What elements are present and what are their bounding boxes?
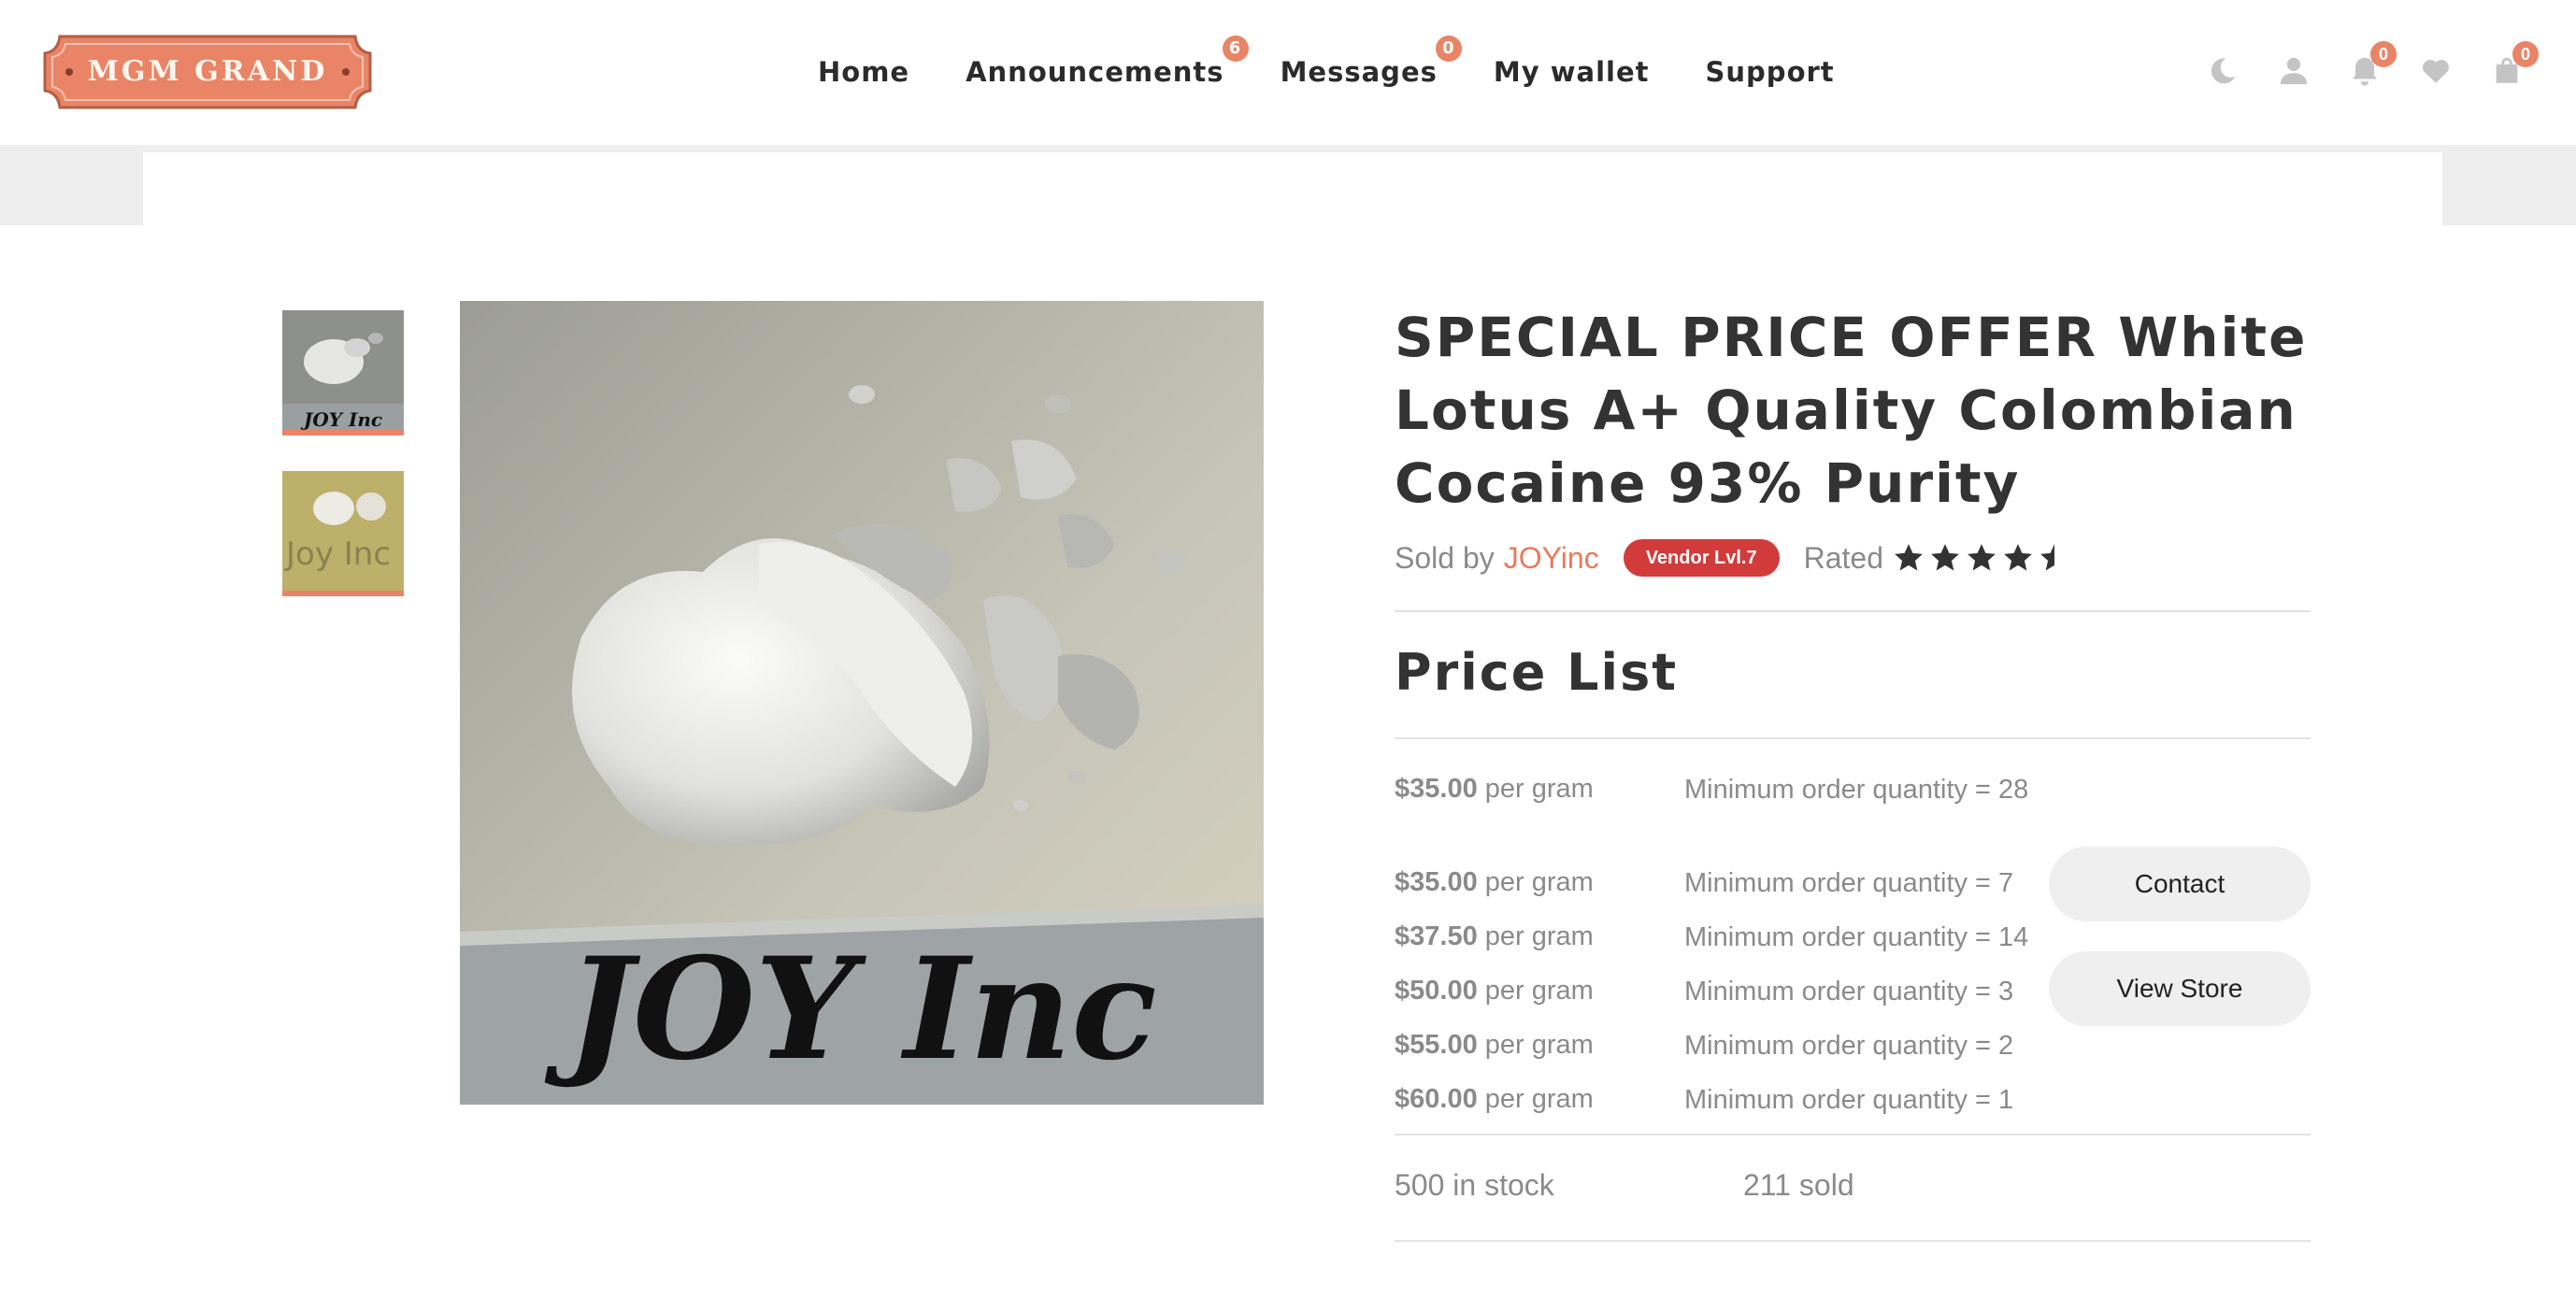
nav-announcements[interactable]: Announcements 6 (966, 36, 1249, 88)
minimum-order-quantity: Minimum order quantity = 1 (1684, 1085, 2014, 1115)
product-thumbnail-2[interactable]: Joy Inc (282, 471, 404, 596)
stock-count: 500 in stock (1395, 1168, 1554, 1202)
price-unit: per gram (1484, 976, 1594, 1006)
header-icon-bar: 0 0 (2206, 41, 2561, 93)
contact-button[interactable]: Contact (2049, 847, 2311, 921)
thumbnail-1-caption: JOY Inc (300, 408, 382, 431)
notifications-button[interactable]: 0 (2348, 41, 2397, 88)
heart-icon (2423, 60, 2449, 83)
breadcrumb-band-inner (143, 152, 2442, 225)
wishlist-button[interactable] (2419, 54, 2453, 88)
site-logo[interactable]: MGM GRAND (39, 31, 376, 113)
price-unit: per gram (1484, 867, 1594, 897)
divider (1395, 1240, 2311, 1242)
price-row: $35.00 per gram (1395, 774, 1594, 805)
main-nav: Home Announcements 6 Messages 0 My wallet … (818, 36, 1891, 97)
nav-my-wallet[interactable]: My wallet (1494, 56, 1650, 88)
cart-count-badge: 0 (2512, 41, 2539, 67)
product-main-image[interactable]: JOY Inc (460, 301, 1264, 1105)
product-title: SPECIAL PRICE OFFER White Lotus A+ Quali… (1395, 306, 2308, 515)
price-row: $37.50 per gram (1395, 921, 1594, 952)
star-icon (2040, 544, 2055, 571)
nav-support-label: Support (1705, 56, 1835, 88)
breadcrumb-band (0, 145, 2576, 225)
logo-text: MGM GRAND (87, 55, 328, 88)
sold-count: 211 sold (1743, 1168, 1854, 1202)
minimum-order-quantity: Minimum order quantity = 28 (1684, 775, 2029, 805)
product-photo: JOY Inc (460, 301, 1264, 1105)
price-row: $35.00 per gram (1395, 867, 1594, 898)
divider (1395, 737, 2311, 739)
price-list-heading: Price List (1395, 643, 1679, 702)
rating-stars (1893, 542, 2075, 574)
thumbnail-2-image: Joy Inc (282, 471, 404, 591)
user-icon (2280, 57, 2308, 85)
cart-button[interactable]: 0 (2490, 41, 2539, 88)
nav-messages-label: Messages (1280, 56, 1438, 88)
nav-wallet-label: My wallet (1493, 56, 1650, 88)
moon-icon (2211, 58, 2236, 84)
nav-announcements-label: Announcements (966, 56, 1224, 88)
price-unit: per gram (1484, 774, 1594, 804)
vendor-level-badge: Vendor Lvl.7 (1623, 539, 1780, 577)
nav-home[interactable]: Home (818, 56, 909, 88)
thumbnail-2-caption: Joy Inc (284, 535, 391, 573)
star-icon (1931, 544, 1959, 571)
price-unit: per gram (1484, 1084, 1594, 1114)
minimum-order-quantity: Minimum order quantity = 7 (1684, 868, 2014, 898)
thumbnail-1-image: JOY Inc (282, 310, 404, 431)
price-value: $35.00 (1395, 867, 1478, 897)
seller-info: Sold by JOYinc Vendor Lvl.7 Rated (1395, 535, 2075, 581)
announcements-count-badge: 6 (1222, 36, 1249, 62)
price-row: $60.00 per gram (1395, 1084, 1594, 1115)
minimum-order-quantity: Minimum order quantity = 14 (1684, 922, 2029, 952)
minimum-order-quantity: Minimum order quantity = 3 (1684, 977, 2014, 1006)
seller-link[interactable]: JOYinc (1504, 541, 1599, 576)
nav-home-label: Home (818, 56, 910, 88)
divider (1395, 610, 2311, 612)
divider (1395, 1134, 2311, 1135)
sold-by-label: Sold by (1395, 540, 1495, 575)
price-unit: per gram (1484, 1030, 1594, 1060)
rated-label: Rated (1803, 540, 1884, 575)
price-unit: per gram (1484, 921, 1594, 951)
price-value: $60.00 (1395, 1084, 1478, 1114)
messages-count-badge: 0 (1435, 36, 1462, 62)
photo-caption-text: JOY Inc (544, 927, 1157, 1092)
nav-support[interactable]: Support (1706, 56, 1835, 88)
star-icon (1968, 544, 1996, 571)
notifications-count-badge: 0 (2370, 41, 2397, 67)
account-button[interactable] (2277, 54, 2311, 88)
price-row: $55.00 per gram (1395, 1030, 1594, 1061)
star-icon (2004, 544, 2032, 571)
theme-toggle-button[interactable] (2206, 54, 2240, 88)
price-row: $50.00 per gram (1395, 976, 1594, 1006)
view-store-button[interactable]: View Store (2049, 951, 2311, 1026)
price-value: $37.50 (1395, 921, 1478, 951)
price-value: $35.00 (1395, 774, 1478, 804)
star-icon (1895, 544, 1923, 571)
product-thumbnail-1[interactable]: JOY Inc (282, 310, 404, 435)
price-value: $50.00 (1395, 976, 1478, 1006)
header: MGM GRAND Home Announcements 6 Messages 0 … (0, 0, 2576, 145)
nav-messages[interactable]: Messages 0 (1280, 36, 1462, 88)
minimum-order-quantity: Minimum order quantity = 2 (1684, 1031, 2014, 1061)
price-value: $55.00 (1395, 1030, 1478, 1060)
